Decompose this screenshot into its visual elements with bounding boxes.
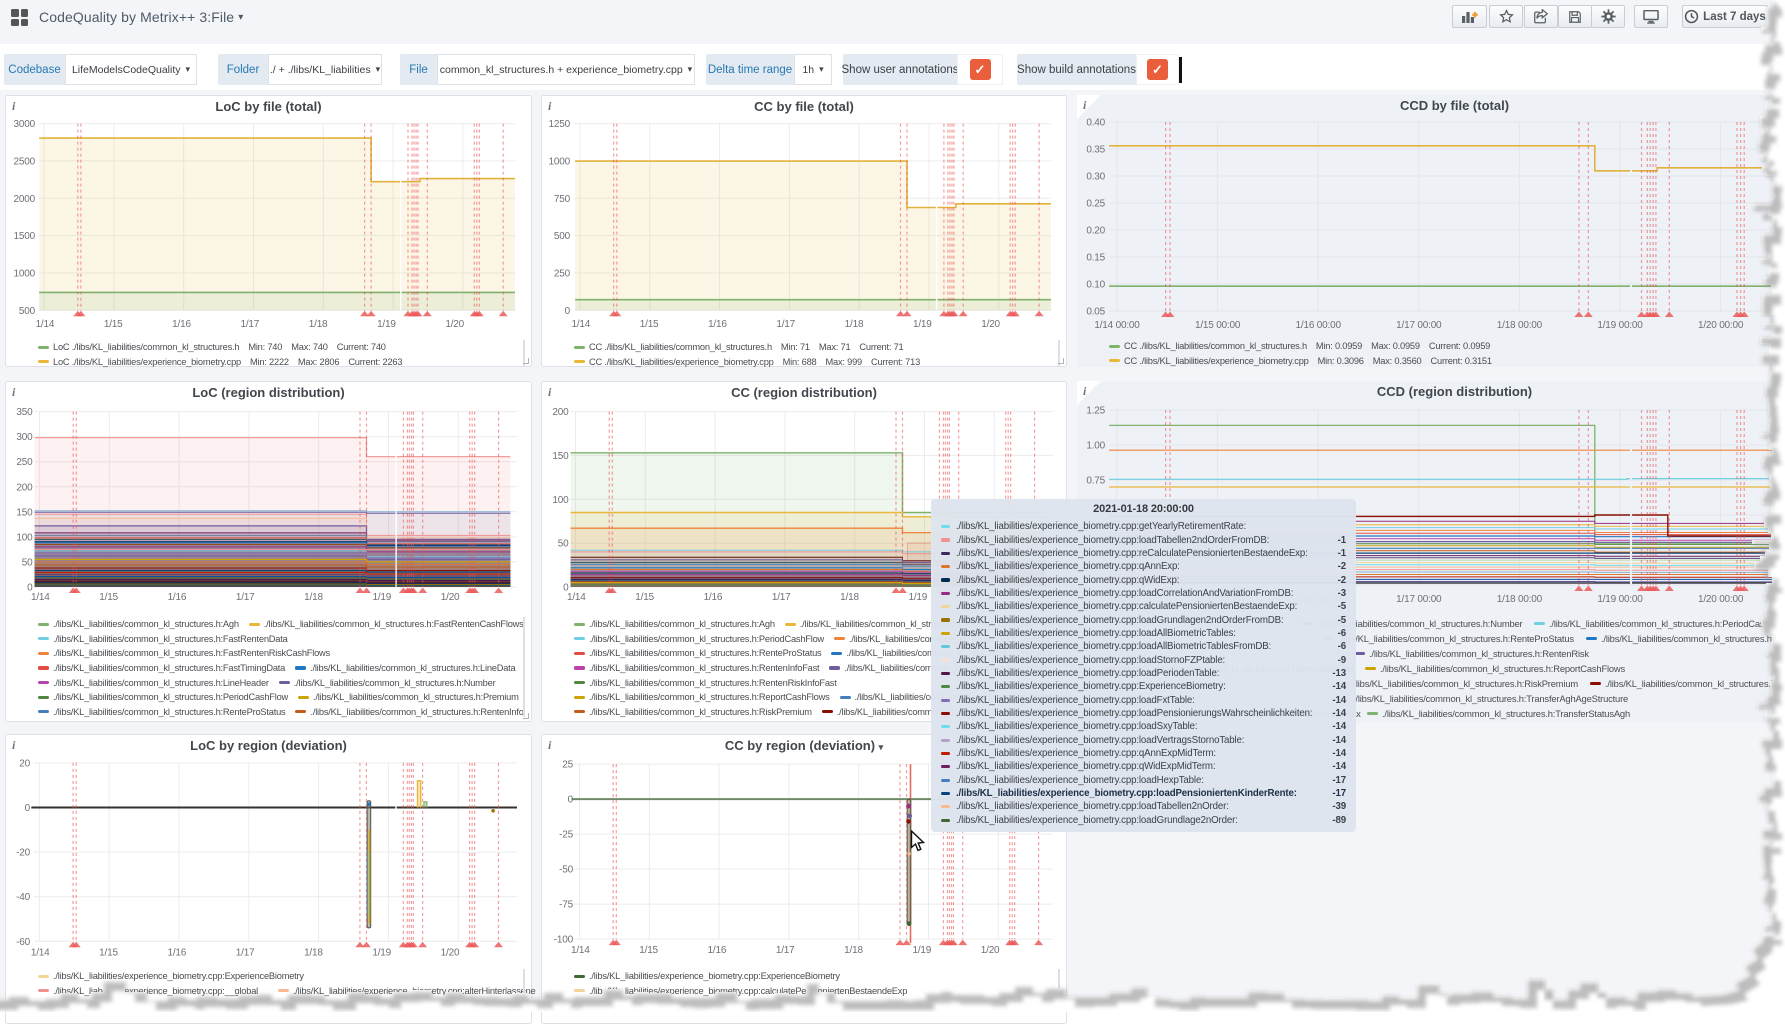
svg-text:0.75: 0.75 bbox=[1086, 476, 1105, 487]
svg-text:0: 0 bbox=[565, 306, 571, 317]
svg-text:50: 50 bbox=[22, 557, 33, 568]
svg-text:1/19: 1/19 bbox=[372, 592, 391, 603]
svg-text:1/18 00:00: 1/18 00:00 bbox=[1497, 320, 1543, 331]
svg-text:1/20: 1/20 bbox=[441, 947, 460, 958]
svg-text:500: 500 bbox=[554, 231, 571, 242]
svg-text:1/18: 1/18 bbox=[309, 319, 328, 330]
svg-text:-60: -60 bbox=[16, 937, 30, 948]
svg-text:1000: 1000 bbox=[549, 156, 571, 167]
svg-text:1250: 1250 bbox=[549, 119, 571, 130]
svg-text:1/19: 1/19 bbox=[377, 319, 396, 330]
svg-text:1/17 00:00: 1/17 00:00 bbox=[1396, 320, 1442, 331]
svg-text:150: 150 bbox=[552, 451, 569, 462]
svg-text:750: 750 bbox=[554, 194, 571, 205]
svg-text:3000: 3000 bbox=[14, 119, 36, 130]
svg-text:0.40: 0.40 bbox=[1086, 118, 1105, 129]
svg-text:150: 150 bbox=[16, 507, 33, 518]
svg-text:1/15: 1/15 bbox=[99, 592, 118, 603]
svg-text:0.15: 0.15 bbox=[1086, 253, 1105, 264]
svg-text:1/15: 1/15 bbox=[635, 592, 654, 603]
svg-text:1500: 1500 bbox=[14, 231, 36, 242]
svg-text:1/19 00:00: 1/19 00:00 bbox=[1597, 594, 1643, 605]
svg-text:50: 50 bbox=[558, 539, 569, 550]
svg-text:1/17: 1/17 bbox=[236, 947, 255, 958]
svg-text:1.25: 1.25 bbox=[1086, 406, 1105, 417]
svg-text:1/16: 1/16 bbox=[708, 319, 727, 330]
svg-text:1/15 00:00: 1/15 00:00 bbox=[1195, 320, 1241, 331]
svg-text:350: 350 bbox=[16, 407, 33, 418]
svg-text:2000: 2000 bbox=[14, 194, 36, 205]
svg-text:-50: -50 bbox=[559, 865, 573, 876]
svg-text:1/18: 1/18 bbox=[845, 319, 864, 330]
svg-text:1/15: 1/15 bbox=[104, 319, 123, 330]
svg-text:1/19: 1/19 bbox=[912, 945, 931, 956]
svg-text:1/16: 1/16 bbox=[168, 592, 187, 603]
svg-text:1/19: 1/19 bbox=[908, 592, 927, 603]
svg-text:1/18: 1/18 bbox=[844, 945, 863, 956]
svg-text:1/19 00:00: 1/19 00:00 bbox=[1597, 320, 1643, 331]
svg-text:1/16: 1/16 bbox=[708, 945, 727, 956]
svg-text:1/17: 1/17 bbox=[240, 319, 259, 330]
svg-text:200: 200 bbox=[16, 482, 33, 493]
svg-text:2500: 2500 bbox=[14, 156, 36, 167]
svg-text:1/19: 1/19 bbox=[913, 319, 932, 330]
svg-text:1/14: 1/14 bbox=[571, 319, 590, 330]
svg-text:1/20: 1/20 bbox=[441, 592, 460, 603]
svg-text:1/17: 1/17 bbox=[776, 945, 795, 956]
svg-text:1/18: 1/18 bbox=[304, 947, 323, 958]
svg-text:1/18 00:00: 1/18 00:00 bbox=[1497, 594, 1543, 605]
svg-text:1/16: 1/16 bbox=[167, 947, 186, 958]
svg-text:1/14: 1/14 bbox=[31, 947, 50, 958]
svg-text:1/14: 1/14 bbox=[31, 592, 50, 603]
svg-text:100: 100 bbox=[552, 495, 569, 506]
svg-text:20: 20 bbox=[19, 758, 30, 769]
svg-text:-75: -75 bbox=[559, 900, 573, 911]
svg-text:0.05: 0.05 bbox=[1086, 307, 1105, 318]
svg-text:1/17: 1/17 bbox=[776, 319, 795, 330]
svg-text:1/20 00:00: 1/20 00:00 bbox=[1698, 594, 1744, 605]
svg-text:1/19: 1/19 bbox=[372, 947, 391, 958]
svg-text:1/17: 1/17 bbox=[772, 592, 791, 603]
svg-text:1/17 00:00: 1/17 00:00 bbox=[1396, 594, 1442, 605]
svg-text:1000: 1000 bbox=[14, 269, 36, 280]
svg-text:1/18: 1/18 bbox=[304, 592, 323, 603]
svg-text:0.35: 0.35 bbox=[1086, 145, 1105, 156]
svg-text:-100: -100 bbox=[554, 935, 574, 946]
svg-text:1.00: 1.00 bbox=[1086, 441, 1105, 452]
svg-text:1/14: 1/14 bbox=[36, 319, 55, 330]
svg-text:1/14 00:00: 1/14 00:00 bbox=[1094, 320, 1140, 331]
svg-text:1/16 00:00: 1/16 00:00 bbox=[1296, 320, 1342, 331]
svg-text:1/20 00:00: 1/20 00:00 bbox=[1698, 320, 1744, 331]
svg-text:1/15: 1/15 bbox=[640, 319, 659, 330]
svg-text:1/16: 1/16 bbox=[172, 319, 191, 330]
svg-text:1/16: 1/16 bbox=[704, 592, 723, 603]
svg-text:250: 250 bbox=[16, 457, 33, 468]
svg-text:25: 25 bbox=[562, 760, 573, 771]
svg-text:300: 300 bbox=[16, 432, 33, 443]
svg-text:250: 250 bbox=[554, 269, 571, 280]
svg-text:100: 100 bbox=[16, 532, 33, 543]
svg-text:200: 200 bbox=[552, 407, 569, 418]
svg-text:500: 500 bbox=[19, 306, 36, 317]
svg-text:0.10: 0.10 bbox=[1086, 280, 1105, 291]
svg-text:-20: -20 bbox=[16, 848, 30, 859]
svg-text:-25: -25 bbox=[559, 830, 573, 841]
svg-text:0: 0 bbox=[568, 795, 574, 806]
svg-text:1/20: 1/20 bbox=[981, 945, 1000, 956]
svg-text:1/20: 1/20 bbox=[981, 319, 1000, 330]
svg-text:0.20: 0.20 bbox=[1086, 226, 1105, 237]
svg-text:1/18: 1/18 bbox=[840, 592, 859, 603]
svg-text:0.30: 0.30 bbox=[1086, 172, 1105, 183]
svg-text:1/15: 1/15 bbox=[639, 945, 658, 956]
svg-text:0.25: 0.25 bbox=[1086, 199, 1105, 210]
svg-text:-40: -40 bbox=[16, 892, 30, 903]
svg-text:1/14: 1/14 bbox=[571, 945, 590, 956]
svg-text:1/20: 1/20 bbox=[445, 319, 464, 330]
svg-text:1/15: 1/15 bbox=[99, 947, 118, 958]
svg-text:1/17: 1/17 bbox=[236, 592, 255, 603]
svg-text:1/14: 1/14 bbox=[567, 592, 586, 603]
svg-text:0: 0 bbox=[25, 803, 31, 814]
